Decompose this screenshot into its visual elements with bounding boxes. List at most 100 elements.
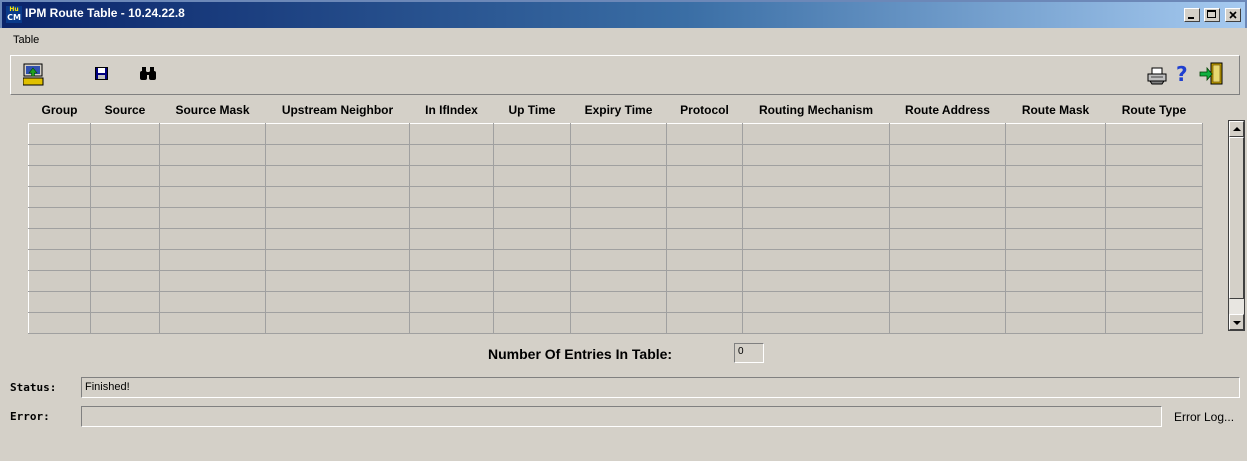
- table-cell[interactable]: [409, 186, 494, 208]
- table-cell[interactable]: [409, 228, 494, 250]
- table-cell[interactable]: [742, 207, 890, 229]
- table-cell[interactable]: [28, 144, 91, 166]
- table-cell[interactable]: [666, 144, 743, 166]
- table-cell[interactable]: [1005, 207, 1106, 229]
- table-cell[interactable]: [1105, 123, 1203, 145]
- column-header[interactable]: Upstream Neighbor: [265, 97, 410, 124]
- table-cell[interactable]: [1105, 312, 1203, 334]
- table-cell[interactable]: [666, 249, 743, 271]
- table-cell[interactable]: [889, 186, 1006, 208]
- table-row[interactable]: [28, 291, 1203, 313]
- table-cell[interactable]: [493, 144, 571, 166]
- maximize-button[interactable]: [1203, 8, 1220, 22]
- table-cell[interactable]: [265, 186, 410, 208]
- column-header[interactable]: Protocol: [666, 97, 743, 124]
- table-row[interactable]: [28, 207, 1203, 229]
- table-cell[interactable]: [159, 144, 266, 166]
- table-cell[interactable]: [666, 165, 743, 187]
- table-cell[interactable]: [742, 144, 890, 166]
- table-cell[interactable]: [493, 270, 571, 292]
- table-cell[interactable]: [90, 186, 160, 208]
- table-cell[interactable]: [159, 207, 266, 229]
- table-cell[interactable]: [1105, 165, 1203, 187]
- table-cell[interactable]: [265, 228, 410, 250]
- table-cell[interactable]: [1105, 186, 1203, 208]
- table-cell[interactable]: [1105, 291, 1203, 313]
- table-cell[interactable]: [742, 312, 890, 334]
- table-cell[interactable]: [265, 291, 410, 313]
- table-cell[interactable]: [265, 144, 410, 166]
- column-header[interactable]: Route Mask: [1005, 97, 1106, 124]
- table-cell[interactable]: [1105, 228, 1203, 250]
- table-cell[interactable]: [1005, 291, 1106, 313]
- table-cell[interactable]: [409, 270, 494, 292]
- table-row[interactable]: [28, 249, 1203, 271]
- table-cell[interactable]: [159, 228, 266, 250]
- table-cell[interactable]: [742, 123, 890, 145]
- table-cell[interactable]: [409, 144, 494, 166]
- error-log-link[interactable]: Error Log...: [1174, 410, 1234, 424]
- table-cell[interactable]: [265, 207, 410, 229]
- table-cell[interactable]: [666, 270, 743, 292]
- table-cell[interactable]: [889, 228, 1006, 250]
- table-cell[interactable]: [159, 123, 266, 145]
- table-cell[interactable]: [409, 207, 494, 229]
- table-cell[interactable]: [570, 144, 667, 166]
- table-cell[interactable]: [666, 291, 743, 313]
- table-cell[interactable]: [90, 270, 160, 292]
- table-cell[interactable]: [889, 291, 1006, 313]
- table-cell[interactable]: [666, 186, 743, 208]
- table-cell[interactable]: [889, 165, 1006, 187]
- find-icon[interactable]: [140, 67, 156, 81]
- table-cell[interactable]: [28, 291, 91, 313]
- table-cell[interactable]: [666, 207, 743, 229]
- table-cell[interactable]: [570, 249, 667, 271]
- table-cell[interactable]: [493, 165, 571, 187]
- menu-table[interactable]: Table: [13, 34, 39, 46]
- table-cell[interactable]: [742, 291, 890, 313]
- load-icon[interactable]: [23, 63, 45, 87]
- table-cell[interactable]: [889, 144, 1006, 166]
- table-cell[interactable]: [742, 228, 890, 250]
- table-cell[interactable]: [493, 249, 571, 271]
- table-cell[interactable]: [1005, 312, 1106, 334]
- table-cell[interactable]: [265, 165, 410, 187]
- help-icon[interactable]: ?: [1176, 62, 1188, 86]
- table-cell[interactable]: [28, 207, 91, 229]
- table-cell[interactable]: [493, 186, 571, 208]
- minimize-button[interactable]: [1184, 8, 1201, 22]
- table-cell[interactable]: [493, 123, 571, 145]
- table-cell[interactable]: [90, 123, 160, 145]
- table-cell[interactable]: [409, 291, 494, 313]
- table-cell[interactable]: [742, 186, 890, 208]
- table-row[interactable]: [28, 123, 1203, 145]
- close-button[interactable]: [1225, 8, 1241, 22]
- table-cell[interactable]: [1005, 249, 1106, 271]
- table-row[interactable]: [28, 165, 1203, 187]
- table-cell[interactable]: [742, 165, 890, 187]
- table-cell[interactable]: [159, 186, 266, 208]
- exit-icon[interactable]: [1199, 61, 1225, 87]
- table-cell[interactable]: [889, 123, 1006, 145]
- title-bar[interactable]: Hu CM IPM Route Table - 10.24.22.8: [0, 0, 1247, 28]
- table-cell[interactable]: [265, 123, 410, 145]
- table-cell[interactable]: [409, 123, 494, 145]
- scroll-down-button[interactable]: [1229, 314, 1244, 330]
- table-cell[interactable]: [90, 165, 160, 187]
- table-cell[interactable]: [90, 312, 160, 334]
- table-cell[interactable]: [570, 207, 667, 229]
- table-cell[interactable]: [28, 228, 91, 250]
- table-cell[interactable]: [28, 312, 91, 334]
- table-cell[interactable]: [666, 312, 743, 334]
- table-row[interactable]: [28, 312, 1203, 334]
- table-cell[interactable]: [570, 228, 667, 250]
- table-row[interactable]: [28, 144, 1203, 166]
- table-cell[interactable]: [1105, 207, 1203, 229]
- table-cell[interactable]: [90, 144, 160, 166]
- table-row[interactable]: [28, 186, 1203, 208]
- table-cell[interactable]: [28, 165, 91, 187]
- table-cell[interactable]: [493, 312, 571, 334]
- table-cell[interactable]: [1105, 270, 1203, 292]
- table-cell[interactable]: [493, 228, 571, 250]
- column-header[interactable]: Route Type: [1105, 97, 1203, 124]
